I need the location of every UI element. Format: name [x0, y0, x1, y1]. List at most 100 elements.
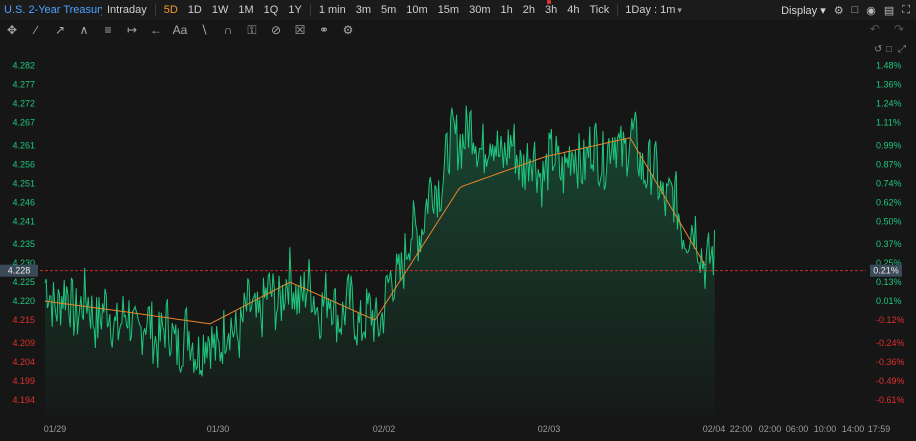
timeframe-2h[interactable]: 2h — [523, 4, 535, 16]
gear-icon[interactable]: ⚙ — [834, 4, 844, 17]
divider — [154, 4, 156, 16]
display-label: Display — [781, 4, 818, 17]
timeframe-3h[interactable]: 3h — [545, 4, 557, 16]
x-tick: 17:59 — [868, 424, 891, 434]
y-tick-left: 4.277 — [12, 80, 35, 90]
price-chart[interactable]: 4.282 4.277 4.272 4.267 4.261 4.256 4.251 4.246… — [0, 40, 916, 441]
trend-tool-icon[interactable]: ↗ — [48, 23, 72, 37]
line-tool-icon[interactable]: ∕ — [24, 23, 48, 37]
drawing-toolbar: ✥ ∕ ↗ ∧ ≡ ↦ ← Aa ∖ ∩ ⚿ ⊘ ☒ ⚭ ⚙ — [0, 20, 916, 40]
y-tick-right: 0.01% — [876, 296, 902, 306]
y-tick-right: -0.24% — [876, 338, 905, 348]
y-tick-right: 0.87% — [876, 159, 902, 169]
chevron-down-icon: ▾ — [677, 5, 682, 15]
fib-tool-icon[interactable]: ≡ — [96, 23, 120, 37]
y-tick-right: 1.11% — [876, 118, 901, 128]
y-tick-right: 1.24% — [876, 99, 902, 109]
pattern-tool-icon[interactable]: ∧ — [72, 23, 96, 37]
timeframe-5m[interactable]: 5m — [381, 4, 396, 16]
interval-label: 1Day : 1m — [625, 4, 676, 16]
timeframe-15m[interactable]: 15m — [438, 4, 459, 16]
timeframe-1m[interactable]: 1M — [238, 4, 253, 16]
timeframe-4h[interactable]: 4h — [567, 4, 579, 16]
y-tick-left: 4.241 — [12, 216, 35, 226]
hide-icon[interactable]: ⊘ — [264, 23, 288, 37]
x-tick: 02:00 — [759, 424, 782, 434]
timeframe-bar: Intraday 5D 1D 1W 1M 1Q 1Y 1 min 3m 5m 10m 15m 30m 1h… — [102, 4, 621, 16]
timeframe-1h[interactable]: 1h — [501, 4, 513, 16]
interval-dropdown[interactable]: 1Day : 1m ▾ — [625, 4, 682, 16]
layout-icon[interactable]: ▤ — [884, 4, 894, 17]
y-tick-right: 0.99% — [876, 140, 902, 150]
auto-scale-icon[interactable]: □ — [886, 44, 892, 55]
y-tick-left: 4.267 — [12, 118, 35, 128]
y-tick-left: 4.256 — [12, 159, 35, 169]
reset-icon[interactable]: ↺ — [874, 44, 882, 55]
redo-icon[interactable]: ↷ — [894, 22, 904, 36]
measure-tool-icon[interactable]: ↦ — [120, 23, 144, 37]
y-tick-left: 4.220 — [12, 296, 35, 306]
x-tick: 02/02 — [373, 424, 396, 434]
y-tick-left: 4.251 — [12, 178, 35, 188]
current-price-label: 4.228 — [8, 266, 31, 276]
symbol-name[interactable]: U.S. 2-Year Treasury ... — [0, 4, 102, 16]
live-indicator — [547, 0, 551, 4]
y-tick-right: -0.61% — [876, 395, 905, 405]
square-icon[interactable]: □ — [852, 4, 859, 16]
x-tick: 01/29 — [44, 424, 67, 434]
current-change-label: 0.21% — [873, 266, 899, 276]
y-tick-left: 4.225 — [12, 277, 35, 287]
display-button[interactable]: Display ▾ — [781, 4, 826, 17]
y-tick-right: 0.74% — [876, 178, 902, 188]
timeframe-5d[interactable]: 5D — [164, 4, 178, 16]
lock-icon[interactable]: ⚿ — [240, 23, 264, 38]
y-tick-right: 0.13% — [876, 277, 902, 287]
x-tick: 02/04 — [703, 424, 726, 434]
y-tick-right: 0.50% — [876, 216, 902, 226]
timeframe-1d[interactable]: 1D — [188, 4, 202, 16]
y-tick-right: 0.62% — [876, 197, 902, 207]
fullscreen-icon[interactable]: ⛶ — [902, 4, 910, 17]
y-tick-left: 4.215 — [12, 315, 35, 325]
x-tick: 06:00 — [786, 424, 809, 434]
y-tick-right: 1.48% — [876, 61, 902, 71]
y-tick-right: -0.49% — [876, 376, 905, 386]
right-tools: Display ▾ ⚙ □ ◉ ▤ ⛶ — [781, 0, 910, 20]
expand-icon[interactable]: ⤢ — [898, 44, 906, 55]
y-tick-left: 4.235 — [12, 239, 35, 249]
trash-icon[interactable]: ☒ — [288, 23, 312, 37]
brush-tool-icon[interactable]: ∖ — [192, 23, 216, 37]
timeframe-1q[interactable]: 1Q — [264, 4, 279, 16]
arrow-tool-icon[interactable]: ← — [144, 23, 168, 37]
timeframe-intraday[interactable]: Intraday — [107, 4, 147, 16]
chevron-down-icon: ▾ — [820, 4, 826, 17]
y-tick-left: 4.246 — [12, 197, 35, 207]
timeframe-tick[interactable]: Tick — [590, 4, 610, 16]
y-tick-right: 1.36% — [876, 80, 902, 90]
timeframe-1w[interactable]: 1W — [212, 4, 229, 16]
timeframe-3m[interactable]: 3m — [356, 4, 371, 16]
timeframe-10m[interactable]: 10m — [406, 4, 427, 16]
x-tick: 01/30 — [207, 424, 230, 434]
move-icon[interactable]: ✥ — [0, 23, 24, 37]
y-tick-left: 4.261 — [12, 140, 35, 150]
y-tick-left: 4.272 — [12, 99, 35, 109]
y-tick-right: -0.36% — [876, 357, 905, 367]
settings-icon[interactable]: ⚙ — [336, 23, 360, 37]
divider — [309, 4, 311, 16]
y-tick-left: 4.209 — [12, 338, 35, 348]
timeframe-1y[interactable]: 1Y — [288, 4, 301, 16]
camera-icon[interactable]: ◉ — [866, 4, 876, 17]
magnet-icon[interactable]: ∩ — [216, 23, 240, 37]
timeframe-1-min[interactable]: 1 min — [319, 4, 346, 16]
link-icon[interactable]: ⚭ — [312, 23, 336, 37]
divider — [617, 4, 619, 16]
x-tick: 14:00 — [842, 424, 865, 434]
y-tick-left: 4.199 — [12, 376, 35, 386]
timeframe-30m[interactable]: 30m — [469, 4, 490, 16]
undo-icon[interactable]: ↶ — [870, 22, 880, 36]
x-tick: 02/03 — [538, 424, 561, 434]
y-tick-right: 0.37% — [876, 239, 902, 249]
y-tick-left: 4.282 — [12, 61, 35, 71]
text-tool-icon[interactable]: Aa — [168, 23, 192, 37]
